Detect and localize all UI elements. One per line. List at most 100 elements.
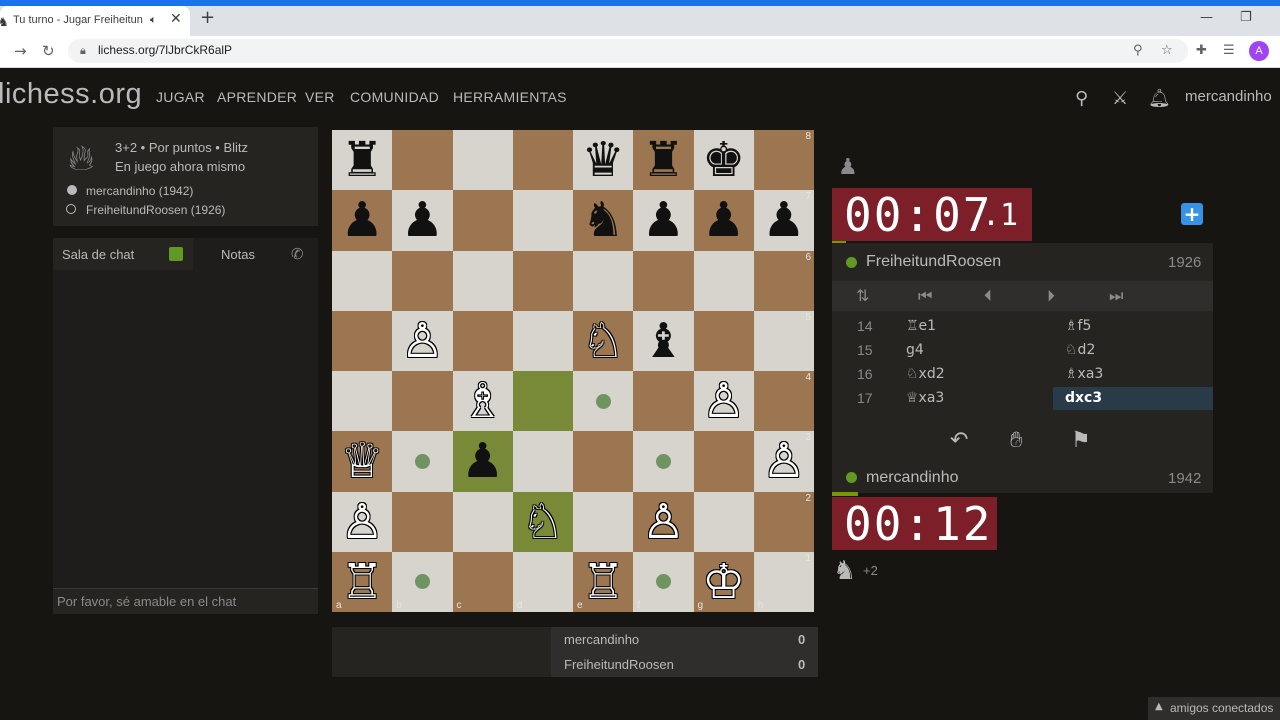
- square-b3[interactable]: [392, 431, 453, 492]
- piece-g7[interactable]: ♟: [702, 196, 745, 244]
- square-g2[interactable]: [693, 491, 754, 552]
- move-white[interactable]: ♕xa3: [906, 390, 944, 406]
- square-h7[interactable]: ♟ 7: [753, 190, 814, 251]
- square-f3[interactable]: [633, 431, 694, 492]
- square-b6[interactable]: [392, 250, 453, 311]
- square-b5[interactable]: ♙: [392, 310, 453, 371]
- square-f2[interactable]: ♙: [633, 491, 694, 552]
- nav-ver[interactable]: VER: [305, 89, 335, 105]
- square-c8[interactable]: [452, 130, 513, 191]
- restore-icon[interactable]: ❐: [1240, 10, 1252, 25]
- piece-f2[interactable]: ♙: [642, 498, 685, 546]
- move-black[interactable]: ♗f5: [1065, 318, 1091, 334]
- piece-a3[interactable]: ♕: [341, 437, 384, 485]
- square-d8[interactable]: [512, 130, 573, 191]
- square-a7[interactable]: ♟: [332, 190, 393, 251]
- square-d1[interactable]: d: [512, 551, 573, 612]
- nav-comunidad[interactable]: COMUNIDAD: [350, 89, 439, 105]
- square-h2[interactable]: 2: [753, 491, 814, 552]
- square-c4[interactable]: ♗: [452, 371, 513, 432]
- piece-f7[interactable]: ♟: [642, 196, 685, 244]
- square-b1[interactable]: b: [392, 551, 453, 612]
- back-arrow-icon[interactable]: →: [14, 42, 27, 60]
- white-player-name[interactable]: mercandinho (1942): [86, 184, 193, 198]
- square-e4[interactable]: [573, 371, 634, 432]
- square-f4[interactable]: [633, 371, 694, 432]
- crossed-swords-icon[interactable]: ⚔: [1112, 88, 1128, 109]
- lock-icon[interactable]: 🔒︎: [80, 44, 86, 58]
- phone-icon[interactable]: ✆: [291, 245, 304, 263]
- piece-a2[interactable]: ♙: [341, 498, 384, 546]
- piece-f5[interactable]: ♝: [642, 317, 685, 365]
- add-time-button[interactable]: +: [1181, 203, 1203, 225]
- square-d6[interactable]: [512, 250, 573, 311]
- prev-move-icon[interactable]: ⏴: [984, 286, 992, 306]
- nav-aprender[interactable]: APRENDER: [217, 89, 297, 105]
- last-move-icon[interactable]: ⏭: [1109, 286, 1123, 306]
- takeback-icon[interactable]: ↶: [950, 428, 968, 453]
- piece-a8[interactable]: ♜: [341, 136, 384, 184]
- move-hint-dot[interactable]: [414, 574, 430, 590]
- square-c2[interactable]: [452, 491, 513, 552]
- next-move-icon[interactable]: ⏵: [1047, 286, 1055, 306]
- bookmark-star-icon[interactable]: ☆: [1161, 43, 1173, 58]
- square-e6[interactable]: [573, 250, 634, 311]
- square-h1[interactable]: 1h: [753, 551, 814, 612]
- resign-flag-icon[interactable]: ⚑: [1071, 428, 1091, 453]
- piece-e8[interactable]: ♛: [582, 136, 625, 184]
- piece-d2[interactable]: ♘: [521, 498, 564, 546]
- square-h5[interactable]: 5: [753, 310, 814, 371]
- square-f5[interactable]: ♝: [633, 310, 694, 371]
- piece-a1[interactable]: ♖: [341, 558, 384, 606]
- chess-board[interactable]: ♜ ♛ ♜ ♚ 8 ♟ ♟ ♞ ♟ ♟ ♟ 7 6 ♙ ♘ ♝ 5 ♗ ♙ 4 ♕ ♟ ♙ 3 ♙ ♘ ♙ 2 ♖ a b c d ♖ e f ♔ g 1 h: [332, 130, 814, 612]
- square-e1[interactable]: ♖ e: [573, 551, 634, 612]
- move-black[interactable]: ♗xa3: [1065, 366, 1103, 382]
- profile-avatar[interactable]: A: [1249, 41, 1269, 61]
- piece-h7[interactable]: ♟: [762, 196, 805, 244]
- site-logo[interactable]: lichess.org: [0, 78, 142, 111]
- url-text[interactable]: lichess.org/7lJbrCkR6alP: [98, 43, 232, 57]
- square-g3[interactable]: [693, 431, 754, 492]
- square-f8[interactable]: ♜: [633, 130, 694, 191]
- square-f7[interactable]: ♟: [633, 190, 694, 251]
- square-d3[interactable]: [512, 431, 573, 492]
- bell-icon[interactable]: 🔔︎: [1148, 88, 1171, 109]
- square-g7[interactable]: ♟: [693, 190, 754, 251]
- chat-input-placeholder[interactable]: Por favor, sé amable en el chat: [57, 594, 236, 609]
- move-hint-dot[interactable]: [414, 453, 430, 469]
- piece-e7[interactable]: ♞: [582, 196, 625, 244]
- tab-chat[interactable]: Sala de chat: [62, 247, 134, 262]
- media-icon[interactable]: ☰: [1223, 43, 1235, 58]
- square-d7[interactable]: [512, 190, 573, 251]
- square-e8[interactable]: ♛: [573, 130, 634, 191]
- address-bar[interactable]: [68, 39, 1188, 63]
- square-a2[interactable]: ♙: [332, 491, 393, 552]
- square-e3[interactable]: [573, 431, 634, 492]
- square-b4[interactable]: [392, 371, 453, 432]
- first-move-icon[interactable]: ⏮: [918, 286, 932, 306]
- friends-online-bar[interactable]: ▲ amigos conectados: [1148, 697, 1280, 720]
- chat-toggle-checkbox[interactable]: [169, 247, 183, 261]
- square-f6[interactable]: [633, 250, 694, 311]
- search-icon[interactable]: ⚲: [1075, 88, 1088, 109]
- square-h6[interactable]: 6: [753, 250, 814, 311]
- extensions-icon[interactable]: ✚: [1196, 43, 1207, 58]
- square-a4[interactable]: [332, 371, 393, 432]
- player-name[interactable]: mercandinho: [866, 469, 959, 487]
- flip-board-icon[interactable]: ⇅: [856, 286, 869, 305]
- square-a6[interactable]: [332, 250, 393, 311]
- move-white[interactable]: g4: [906, 342, 924, 358]
- zoom-icon[interactable]: ⚲: [1133, 43, 1143, 58]
- square-h4[interactable]: 4: [753, 371, 814, 432]
- piece-g8[interactable]: ♚: [702, 136, 745, 184]
- square-f1[interactable]: f: [633, 551, 694, 612]
- piece-c4[interactable]: ♗: [461, 377, 504, 425]
- piece-h3[interactable]: ♙: [762, 437, 805, 485]
- reload-icon[interactable]: ↻: [42, 42, 55, 60]
- move-black[interactable]: dxc3: [1065, 390, 1102, 406]
- move-hint-dot[interactable]: [655, 574, 671, 590]
- nav-jugar[interactable]: JUGAR: [156, 89, 205, 105]
- browser-tab[interactable]: ♞ Tu turno - Jugar FreiheitundRoosen 🔈︎ …: [0, 6, 190, 36]
- opponent-name[interactable]: FreiheitundRoosen: [866, 253, 1001, 271]
- square-a8[interactable]: ♜: [332, 130, 393, 191]
